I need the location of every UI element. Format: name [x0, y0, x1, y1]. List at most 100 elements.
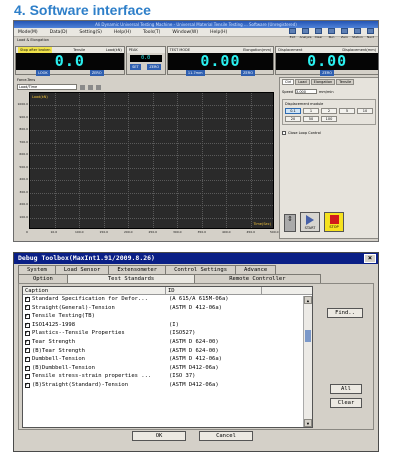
- x-tick-label: 150.0: [99, 230, 109, 234]
- id-cell: (ASTM D 624-00): [169, 338, 219, 345]
- row-checkbox[interactable]: [25, 338, 30, 346]
- clear-button[interactable]: Clear: [330, 398, 362, 408]
- tab-extensometer[interactable]: Extensometer: [108, 265, 167, 274]
- scroll-up-arrow-icon[interactable]: ▲: [304, 296, 312, 304]
- next-button[interactable]: Next: [365, 28, 376, 40]
- scroll-thumb[interactable]: [305, 330, 311, 342]
- stop-button[interactable]: STOP: [324, 212, 344, 232]
- x-tick-label: 100.0: [75, 230, 84, 234]
- row-checkbox[interactable]: [25, 295, 30, 303]
- increment-button[interactable]: 5: [339, 108, 355, 114]
- print-icon[interactable]: [96, 84, 101, 90]
- displacement-module-label: Displacement module: [285, 102, 324, 106]
- standards-list[interactable]: Caption ID Standard Specification for De…: [22, 286, 313, 428]
- row-checkbox[interactable]: [25, 372, 30, 380]
- curve-type-select[interactable]: Load/Time: [17, 84, 77, 90]
- clear-button[interactable]: Clear: [313, 28, 324, 40]
- close-button[interactable]: ×: [364, 254, 376, 263]
- elongation-value: 0.00: [167, 53, 274, 70]
- set-button[interactable]: SET: [130, 64, 141, 70]
- row-checkbox[interactable]: [25, 355, 30, 363]
- list-item[interactable]: Standard Specification for Defor... (A 61…: [23, 295, 312, 304]
- menu-item[interactable]: Window(W): [172, 30, 198, 35]
- tab-option[interactable]: Option: [18, 274, 68, 283]
- list-item[interactable]: Tensile stress-strain properties ... (ISO…: [23, 372, 312, 381]
- grid-line: [201, 93, 203, 228]
- zero-displacement-button[interactable]: ZERO: [320, 70, 335, 76]
- tab-elongation[interactable]: Elongation: [310, 79, 336, 85]
- increment-button[interactable]: 50: [303, 116, 319, 122]
- list-item[interactable]: Dumbbell-Tension (ASTM D 412-06a): [23, 355, 312, 364]
- caption-column-header[interactable]: Caption: [23, 287, 166, 294]
- curve-plot[interactable]: Load(kN) Time(Sec): [29, 92, 274, 229]
- list-item[interactable]: Plastics--Tensile Properties (ISO527): [23, 329, 312, 338]
- speed-input[interactable]: 3.000: [294, 89, 317, 94]
- menu-item[interactable]: Tools(T): [143, 30, 160, 35]
- list-item[interactable]: (B)Tear Strength (ASTM D 624-00): [23, 347, 312, 356]
- toolbar-label: Zero: [341, 35, 348, 39]
- row-checkbox[interactable]: [25, 304, 30, 311]
- increment-button[interactable]: 20: [285, 116, 301, 122]
- row-checkbox[interactable]: [25, 381, 30, 389]
- list-item[interactable]: (B)Straight(Standard)-Tension (ASTM D412-…: [23, 381, 312, 390]
- list-item[interactable]: Tensile Testing(TB): [23, 312, 312, 321]
- increment-button[interactable]: 100: [321, 116, 337, 122]
- row-checkbox[interactable]: [25, 321, 30, 329]
- list-item[interactable]: ISO14125-1998 (I): [23, 321, 312, 330]
- close-loop-row[interactable]: Close Loop Control: [280, 127, 378, 139]
- row-checkbox[interactable]: [25, 329, 30, 337]
- debug-toolbox-dialog: Debug Toolbox(MaxInt1.91/2009.8.26) × Sy…: [13, 252, 379, 452]
- scroll-down-arrow-icon[interactable]: ▼: [304, 419, 312, 427]
- tab-control-settings[interactable]: Control Settings: [165, 265, 237, 274]
- station-button[interactable]: Station: [352, 28, 363, 40]
- close-loop-checkbox[interactable]: [282, 131, 286, 135]
- menu-item[interactable]: Help(H): [114, 30, 131, 35]
- row-checkbox[interactable]: [25, 347, 30, 354]
- exit-button[interactable]: Exit: [287, 28, 298, 40]
- list-item[interactable]: Straight(General)-Tension (ASTM D 412-06a…: [23, 304, 312, 313]
- caption-cell: (B)Tear Strength: [23, 347, 166, 356]
- tab-system[interactable]: System: [18, 265, 56, 274]
- tab-remote-controller[interactable]: Remote Controller: [194, 274, 321, 283]
- row-checkbox[interactable]: [25, 364, 30, 372]
- vertical-scrollbar[interactable]: ▲ ▼: [303, 296, 312, 427]
- row-checkbox[interactable]: [25, 312, 30, 320]
- list-item[interactable]: (B)Dumbbell-Tension (ASTM D412-06a): [23, 364, 312, 373]
- pan-icon[interactable]: [88, 84, 93, 90]
- zero-peak-button[interactable]: ZERO: [147, 64, 162, 70]
- caption-cell: (B)Straight(Standard)-Tension: [23, 381, 166, 390]
- id-column-header[interactable]: ID: [166, 287, 262, 294]
- analyze-button[interactable]: Analyze: [300, 28, 311, 40]
- increment-button[interactable]: 10: [357, 108, 373, 114]
- increment-button[interactable]: 0.1: [285, 108, 301, 114]
- tab-load-sensor[interactable]: Load Sensor: [54, 265, 110, 274]
- list-item[interactable]: Tear Strength (ASTM D 624-00): [23, 338, 312, 347]
- grid-line: [79, 93, 80, 228]
- zero-button[interactable]: Zero: [339, 28, 350, 40]
- menu-item[interactable]: Setting(S): [79, 30, 101, 35]
- zero-elongation-button[interactable]: ZERO: [241, 70, 255, 76]
- tab-advance[interactable]: Advance: [235, 265, 277, 274]
- tab-tensile[interactable]: Tensile: [336, 79, 355, 85]
- gauge-length[interactable]: 11.7mm: [185, 70, 205, 76]
- menu-item[interactable]: Data(D): [50, 30, 68, 35]
- tab-load[interactable]: Load: [295, 79, 310, 85]
- look-button[interactable]: LOOK: [36, 70, 50, 76]
- grid-line: [250, 93, 252, 228]
- cancel-button[interactable]: Cancel: [199, 431, 253, 441]
- all-button[interactable]: All: [330, 384, 362, 394]
- menu-item[interactable]: Mode(M): [18, 30, 38, 35]
- run-button[interactable]: Run: [326, 28, 337, 40]
- ok-button[interactable]: OK: [132, 431, 186, 441]
- tab-ctrl[interactable]: Ctrl: [282, 79, 295, 85]
- zoom-icon[interactable]: [80, 84, 85, 90]
- increment-button[interactable]: 2: [321, 108, 337, 114]
- find-button[interactable]: Find..: [327, 308, 363, 318]
- menu-item[interactable]: Help(H): [210, 30, 227, 35]
- tab-test-standards[interactable]: Test Standards: [66, 274, 196, 283]
- jog-arrow-button[interactable]: ⇕: [284, 214, 296, 232]
- increment-button[interactable]: 1: [303, 108, 319, 114]
- zero-load-button[interactable]: ZERO: [89, 70, 104, 76]
- start-button[interactable]: START: [300, 212, 320, 232]
- grid-line: [177, 93, 178, 228]
